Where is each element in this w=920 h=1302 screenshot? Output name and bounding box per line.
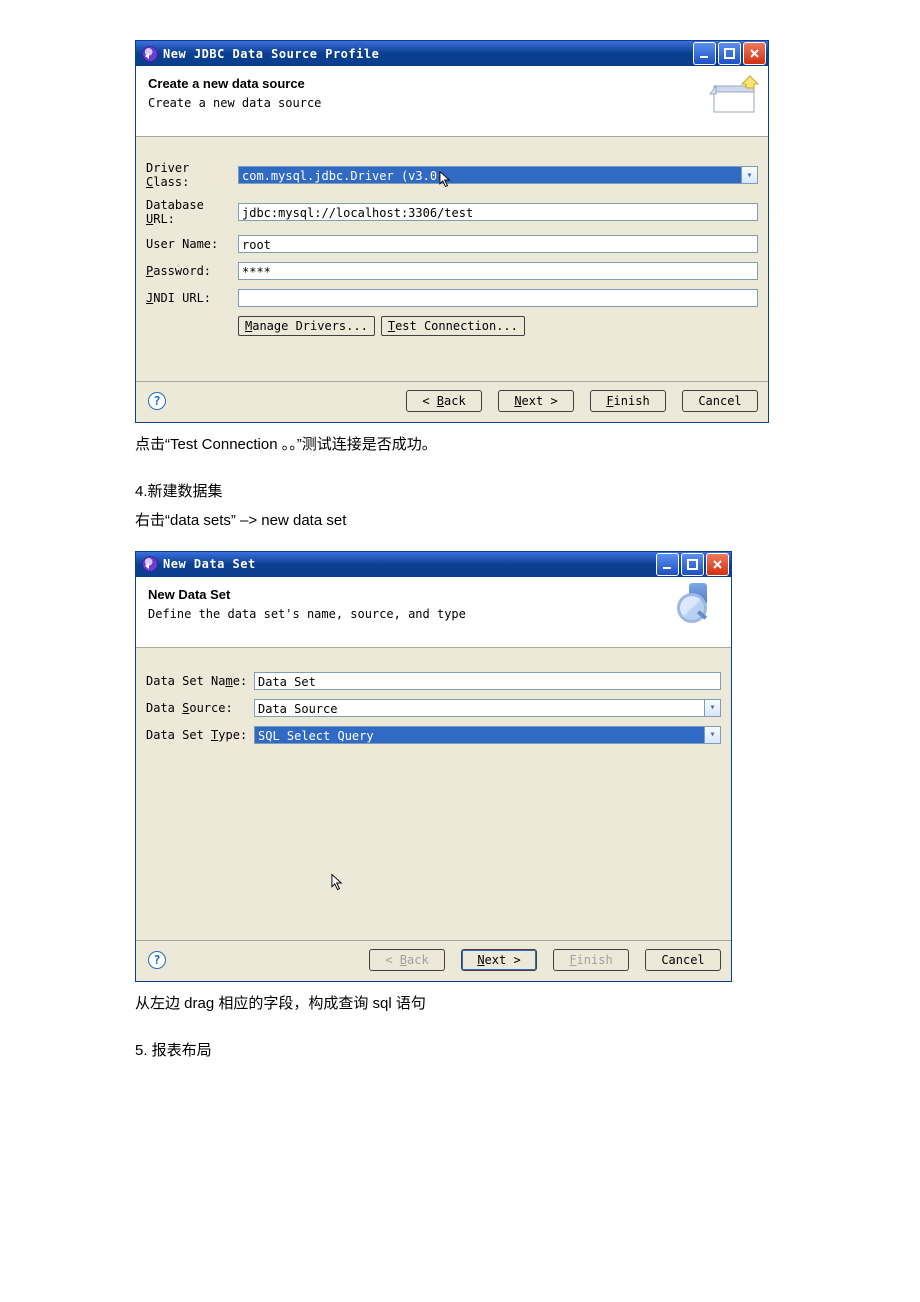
dataset-type-value[interactable]: SQL Select Query xyxy=(254,726,704,744)
label-dataset-type: Data Set Type: xyxy=(146,728,254,742)
user-input[interactable]: root xyxy=(238,235,758,253)
chevron-down-icon[interactable]: ▾ xyxy=(704,699,721,717)
label-user: User Name: xyxy=(146,237,238,251)
eclipse-icon xyxy=(142,556,158,572)
label-password: Password: xyxy=(146,264,238,278)
close-button[interactable] xyxy=(743,42,766,65)
manage-drivers-button[interactable]: Manage Drivers... xyxy=(238,316,375,336)
datasource-banner-icon xyxy=(708,72,760,118)
wizard-header: Create a new data source Create a new da… xyxy=(136,66,768,137)
maximize-button[interactable] xyxy=(681,553,704,576)
finish-button[interactable]: Finish xyxy=(590,390,666,412)
wizard-title: New Data Set xyxy=(148,587,721,602)
close-button[interactable] xyxy=(706,553,729,576)
dataset-wizard-window: New Data Set New Data Set Define the dat… xyxy=(135,551,732,982)
back-button[interactable]: < Back xyxy=(406,390,482,412)
jndi-input[interactable] xyxy=(238,289,758,307)
titlebar[interactable]: New JDBC Data Source Profile xyxy=(136,41,768,66)
maximize-button[interactable] xyxy=(718,42,741,65)
paragraph: 从左边 drag 相应的字段，构成查询 sql 语句 xyxy=(135,992,850,1015)
dataset-name-input[interactable]: Data Set xyxy=(254,672,721,690)
form-area: Driver Class: com.mysql.jdbc.Driver (v3.… xyxy=(136,137,768,381)
wizard-title: Create a new data source xyxy=(148,76,758,91)
paragraph: 右击“data sets” –> new data set xyxy=(135,509,850,532)
cancel-button[interactable]: Cancel xyxy=(645,949,721,971)
label-jndi: JNDI URL: xyxy=(146,291,238,305)
label-db-url: Database URL: xyxy=(146,198,238,226)
label-dataset-name: Data Set Name: xyxy=(146,674,254,688)
wizard-footer: ? < Back Next > Finish Cancel xyxy=(136,940,731,981)
minimize-button[interactable] xyxy=(693,42,716,65)
eclipse-icon xyxy=(142,46,158,62)
back-button[interactable]: < Back xyxy=(369,949,445,971)
help-icon[interactable]: ? xyxy=(148,392,166,410)
next-button[interactable]: Next > xyxy=(498,390,574,412)
label-driver-class: Driver Class: xyxy=(146,161,238,189)
cancel-button[interactable]: Cancel xyxy=(682,390,758,412)
next-button[interactable]: Next > xyxy=(461,949,537,971)
window-title: New Data Set xyxy=(163,557,656,571)
data-source-value[interactable]: Data Source xyxy=(254,699,704,717)
form-area: Data Set Name: Data Set Data Source: Dat… xyxy=(136,648,731,940)
test-connection-button[interactable]: Test Connection... xyxy=(381,316,525,336)
chevron-down-icon[interactable]: ▾ xyxy=(741,166,758,184)
minimize-button[interactable] xyxy=(656,553,679,576)
driver-class-value[interactable]: com.mysql.jdbc.Driver (v3.0) xyxy=(238,166,741,184)
titlebar[interactable]: New Data Set xyxy=(136,552,731,577)
wizard-subtitle: Create a new data source xyxy=(148,96,758,110)
data-source-combo[interactable]: Data Source ▾ xyxy=(254,699,721,717)
driver-class-combo[interactable]: com.mysql.jdbc.Driver (v3.0) ▾ xyxy=(238,166,758,184)
jdbc-wizard-window: New JDBC Data Source Profile Create a ne… xyxy=(135,40,769,423)
paragraph: 点击“Test Connection 。。”测试连接是否成功。 xyxy=(135,433,850,456)
chevron-down-icon[interactable]: ▾ xyxy=(704,726,721,744)
dataset-banner-icon xyxy=(671,583,723,629)
section-heading: 4.新建数据集 xyxy=(135,480,850,501)
dataset-type-combo[interactable]: SQL Select Query ▾ xyxy=(254,726,721,744)
password-input[interactable]: **** xyxy=(238,262,758,280)
window-title: New JDBC Data Source Profile xyxy=(163,47,693,61)
finish-button[interactable]: Finish xyxy=(553,949,629,971)
help-icon[interactable]: ? xyxy=(148,951,166,969)
section-heading: 5. 报表布局 xyxy=(135,1039,850,1060)
wizard-subtitle: Define the data set's name, source, and … xyxy=(148,607,721,621)
db-url-input[interactable]: jdbc:mysql://localhost:3306/test xyxy=(238,203,758,221)
label-data-source: Data Source: xyxy=(146,701,254,715)
cursor-pointer-icon xyxy=(331,873,346,893)
wizard-header: New Data Set Define the data set's name,… xyxy=(136,577,731,648)
wizard-footer: ? < Back Next > Finish Cancel xyxy=(136,381,768,422)
